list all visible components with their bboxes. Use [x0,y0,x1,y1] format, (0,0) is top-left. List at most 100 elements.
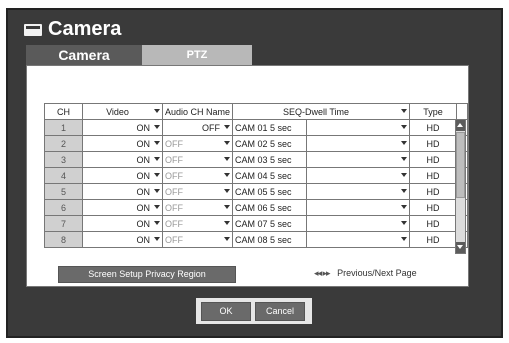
audio-select[interactable]: OFF [162,151,233,168]
dwell-select[interactable] [305,119,411,136]
chevron-down-icon [224,125,230,129]
cancel-button[interactable]: Cancel [255,302,305,321]
cell-ch-name[interactable]: CAM 04 5 sec [232,167,307,184]
chevron-down-icon [154,157,160,161]
audio-value: OFF [165,138,183,149]
dwell-select[interactable] [305,199,411,216]
video-value: ON [136,122,151,133]
ch-name-value: CAM 05 [235,186,268,197]
chevron-down-icon [154,173,160,177]
col-header-video[interactable]: Video [82,103,163,120]
cell-ch-name[interactable]: CAM 05 5 sec [232,183,307,200]
audio-value: OFF [202,122,220,133]
video-select[interactable]: ON [82,135,163,152]
chevron-down-icon [401,173,408,177]
chevron-down-icon [401,221,408,225]
cell-ch-name[interactable]: CAM 07 5 sec [232,215,307,232]
audio-select[interactable]: OFF [162,119,233,136]
table-scrollbar[interactable] [455,119,466,254]
dwell-select[interactable] [305,135,411,152]
col-header-scroll [456,103,469,120]
video-select[interactable]: ON [82,151,163,168]
video-value: ON [136,154,151,165]
cell-type: HD [409,183,458,200]
audio-select[interactable]: OFF [162,231,233,248]
chevron-down-icon [401,109,408,113]
chevron-down-icon [401,205,408,209]
dialog-title: Camera [48,18,122,40]
cell-ch: 2 [44,135,83,152]
cell-ch-name[interactable]: CAM 03 5 sec [232,151,307,168]
privacy-region-button[interactable]: Screen Setup Privacy Region [58,266,236,283]
chevron-down-icon [154,125,160,129]
tab-camera[interactable]: Camera [26,45,142,65]
dwell-value: 5 sec [270,154,292,165]
col-header-seq-dwell[interactable]: SEQ-Dwell Time [231,103,411,120]
chevron-down-icon [401,125,408,129]
video-value: ON [136,234,151,245]
chevron-down-icon [224,189,230,193]
chevron-down-icon [154,141,160,145]
col-header-seq-label: SEQ-Dwell Time [283,106,350,117]
cell-ch: 6 [44,199,83,216]
ch-name-value: CAM 04 [235,170,268,181]
table-row: 3 ON OFF CAM 03 5 sec HD [44,151,469,168]
dwell-select[interactable] [305,183,411,200]
ch-name-value: CAM 02 [235,138,268,149]
chevron-down-icon [154,221,160,225]
cell-ch: 8 [44,231,83,248]
col-header-audio-chname: Audio CH Name [162,103,233,120]
dwell-select[interactable] [305,151,411,168]
cell-ch-name[interactable]: CAM 06 5 sec [232,199,307,216]
audio-value: OFF [165,234,183,245]
page-navigation[interactable]: ◂◂ ▸▸ Previous/Next Page [314,266,417,281]
col-header-audio: Audio [165,106,189,117]
chevron-down-icon [224,237,230,241]
video-select[interactable]: ON [82,119,163,136]
ch-name-value: CAM 01 [235,122,268,133]
cell-ch-name[interactable]: CAM 01 5 sec [232,119,307,136]
cell-type: HD [409,215,458,232]
dwell-value: 5 sec [270,218,292,229]
table-body: 1 ON OFF CAM 01 5 sec HD 2 ON OFF CAM 02 5 sec HD… [44,119,469,248]
pager-label: Previous/Next Page [337,268,417,278]
cell-ch-name[interactable]: CAM 08 5 sec [232,231,307,248]
video-select[interactable]: ON [82,167,163,184]
ok-button[interactable]: OK [201,302,251,321]
video-select[interactable]: ON [82,183,163,200]
video-value: ON [136,218,151,229]
video-select[interactable]: ON [82,215,163,232]
dwell-value: 5 sec [270,186,292,197]
dwell-select[interactable] [305,215,411,232]
audio-select[interactable]: OFF [162,167,233,184]
scroll-thumb[interactable] [456,132,465,198]
prev-next-arrows-icon[interactable]: ◂◂ ▸▸ [314,268,331,278]
cell-ch: 1 [44,119,83,136]
audio-value: OFF [165,186,183,197]
audio-select[interactable]: OFF [162,183,233,200]
cell-type: HD [409,167,458,184]
audio-value: OFF [165,218,183,229]
chevron-down-icon [224,205,230,209]
dwell-select[interactable] [305,231,411,248]
video-value: ON [136,138,151,149]
video-select[interactable]: ON [82,199,163,216]
dwell-select[interactable] [305,167,411,184]
chevron-down-icon [154,109,160,113]
table-row: 8 ON OFF CAM 08 5 sec HD [44,231,469,248]
scroll-down-icon[interactable] [456,242,465,253]
chevron-down-icon [154,237,160,241]
chevron-down-icon [401,141,408,145]
video-select[interactable]: ON [82,231,163,248]
ch-name-value: CAM 07 [235,218,268,229]
video-value: ON [136,170,151,181]
tab-ptz[interactable]: PTZ [142,45,252,65]
audio-select[interactable]: OFF [162,199,233,216]
cell-type: HD [409,199,458,216]
audio-select[interactable]: OFF [162,135,233,152]
audio-select[interactable]: OFF [162,215,233,232]
cell-ch-name[interactable]: CAM 02 5 sec [232,135,307,152]
cell-type: HD [409,119,458,136]
scroll-up-icon[interactable] [456,120,465,131]
camera-table: CH Video Audio CH Name SEQ-Dwell Time Ty… [44,103,469,248]
